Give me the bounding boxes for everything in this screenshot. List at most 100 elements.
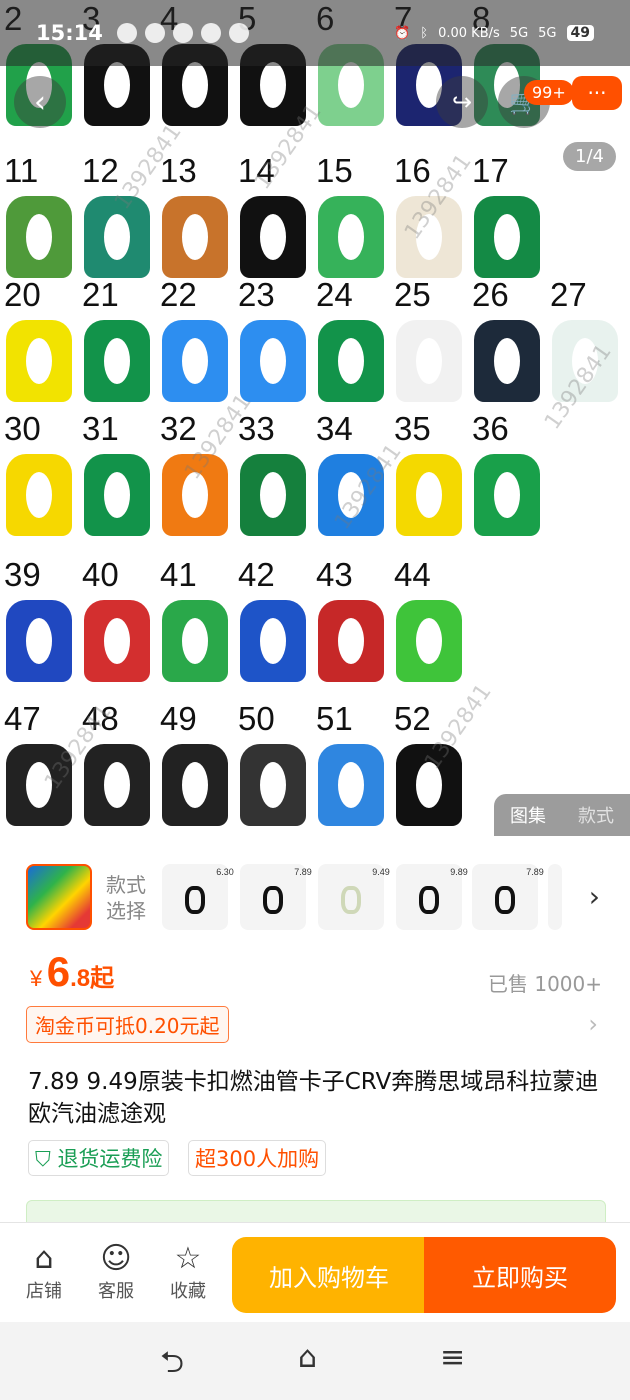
menu-nav-icon[interactable]: ≡ (440, 1340, 465, 1375)
system-navigation-bar: ⮌ ⌂ ≡ (0, 1322, 630, 1400)
share-icon: ↪ (451, 88, 473, 116)
clip-shape (84, 454, 150, 536)
home-nav-icon[interactable]: ⌂ (298, 1340, 317, 1375)
clip-number: 52 (394, 700, 431, 737)
clip-shape (6, 320, 72, 402)
clip-number: 16 (394, 152, 431, 189)
clip-shape (396, 600, 462, 682)
clip-item: 42 (234, 556, 312, 686)
clip-shape (6, 454, 72, 536)
clip-item: 13 (156, 152, 234, 282)
add-to-cart-button[interactable]: 加入购物车 (232, 1237, 426, 1313)
clip-item: 44 (390, 556, 468, 686)
app-icon (172, 23, 193, 43)
clip-item: 24 (312, 276, 390, 406)
signal-2: 5G (538, 25, 557, 41)
clip-shape (162, 600, 228, 682)
variant-thumb-selected[interactable] (26, 864, 92, 930)
album-tabs[interactable]: 图集 款式 (494, 794, 630, 836)
clip-shape (6, 196, 72, 278)
clip-number: 31 (82, 410, 119, 447)
app-icon (200, 23, 221, 43)
popular-tag: 超300人加购 (188, 1140, 327, 1176)
clip-item: 51 (312, 700, 390, 830)
clip-number: 26 (472, 276, 509, 313)
variant-clip-shape (263, 886, 283, 914)
network-speed: 0.00 KB/s (438, 25, 500, 41)
clip-item: 17 (468, 152, 546, 282)
variant-thumb[interactable]: 9.49 (318, 864, 390, 930)
chevron-right-icon[interactable]: › (589, 880, 600, 913)
image-page-indicator: 1/4 (563, 142, 616, 171)
product-title: 7.89 9.49原装卡扣燃油管卡子CRV奔腾思域昂科拉蒙迪欧汽油滤途观 (28, 1069, 599, 1127)
product-image-gallery[interactable]: 2345678111213141516172021222324252627303… (0, 0, 630, 838)
clip-item: 43 (312, 556, 390, 686)
favorite-button[interactable]: ☆ 收藏 (158, 1241, 218, 1303)
clip-item: 26 (468, 276, 546, 406)
clip-item: 33 (234, 410, 312, 540)
clip-item: 40 (78, 556, 156, 686)
album-tab[interactable]: 图集 (510, 802, 546, 828)
gallery-row: 11 12 13 14 15 16 17 (0, 152, 630, 282)
clip-shape (162, 744, 228, 826)
clip-item: 31 (78, 410, 156, 540)
back-nav-icon[interactable]: ⮌ (160, 1340, 184, 1391)
clip-shape (318, 196, 384, 278)
clip-number: 11 (4, 152, 39, 189)
clip-number: 32 (160, 410, 197, 447)
alarm-icon: ⏰ (394, 25, 411, 41)
style-tab[interactable]: 款式 (578, 802, 614, 828)
clip-number: 25 (394, 276, 431, 313)
variant-clip-shape (185, 886, 205, 914)
clip-item: 30 (0, 410, 78, 540)
variant-thumb[interactable]: 9.89 (396, 864, 468, 930)
clip-number: 43 (316, 556, 353, 593)
coin-deduct-badge[interactable]: 淘金币可抵0.20元起 (26, 1006, 229, 1043)
more-button[interactable]: ··· (572, 76, 622, 110)
clip-number: 39 (4, 556, 41, 593)
clip-shape (162, 196, 228, 278)
star-icon: ☆ (174, 1241, 202, 1276)
shield-check-icon: ⛉ (35, 1147, 58, 1171)
variant-label[interactable]: 款式 选择 (106, 872, 146, 924)
bluetooth-icon: ᛒ (420, 25, 429, 41)
clip-item: 11 (0, 152, 78, 282)
sold-count: 已售 1000+ (487, 972, 602, 996)
share-button[interactable]: ↪ (436, 76, 488, 128)
clip-item: 15 (312, 152, 390, 282)
clip-item: 36 (468, 410, 546, 540)
clip-number: 41 (160, 556, 197, 593)
back-button[interactable]: ‹ (14, 76, 66, 128)
clip-shape (396, 454, 462, 536)
gallery-row: 20 21 22 23 24 25 26 27 (0, 276, 630, 406)
shop-button[interactable]: ⌂ 店铺 (14, 1241, 74, 1303)
variant-thumb[interactable]: 6.30 (162, 864, 234, 930)
clip-shape (474, 454, 540, 536)
clip-number: 12 (82, 152, 119, 189)
clip-shape (474, 196, 540, 278)
variant-clip-shape (495, 886, 515, 914)
clip-number: 23 (238, 276, 275, 313)
variant-thumb[interactable]: 7.89 (240, 864, 312, 930)
clip-item: 49 (156, 700, 234, 830)
clip-number: 47 (4, 700, 41, 737)
clip-shape (318, 600, 384, 682)
status-bar: 15:14 ⏰ ᛒ 0.00 KB/s 5G 5G 49 (0, 0, 630, 66)
clip-number: 51 (316, 700, 353, 737)
chevron-left-icon: ‹ (34, 84, 46, 120)
chevron-right-icon[interactable]: › (588, 1010, 598, 1038)
variant-thumb[interactable] (548, 864, 562, 930)
bottom-action-bar: ⌂ 店铺 ☺ 客服 ☆ 收藏 加入购物车 立即购买 (0, 1222, 630, 1323)
clip-shape (396, 320, 462, 402)
clip-item: 21 (78, 276, 156, 406)
clip-number: 15 (316, 152, 353, 189)
service-button[interactable]: ☺ 客服 (86, 1241, 146, 1303)
gallery-row: 30 31 32 33 34 35 36 (0, 410, 630, 540)
clip-shape (318, 320, 384, 402)
buy-now-button[interactable]: 立即购买 (424, 1237, 616, 1313)
clip-item: 50 (234, 700, 312, 830)
variant-thumb[interactable]: 7.89 (472, 864, 544, 930)
clip-number: 42 (238, 556, 275, 593)
variant-selector: 款式 选择 6.30 7.89 9.49 9.89 7.89 › (0, 838, 630, 934)
clip-shape (318, 744, 384, 826)
